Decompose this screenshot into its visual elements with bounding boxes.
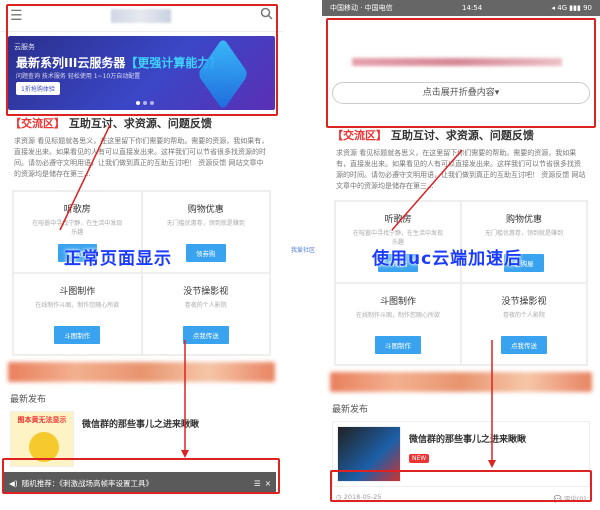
expand-collapsed-content-button[interactable]: 点击展开折叠内容▾ <box>332 82 590 104</box>
feature-button[interactable]: 领券购 <box>186 244 226 262</box>
blurred-ad-strip <box>8 362 275 382</box>
feature-title: 购物优惠 <box>505 215 542 225</box>
feature-desc: 卷夜的个人影院 <box>502 312 545 319</box>
carrier-text: 中国移动 · 中国电信 <box>330 4 393 12</box>
status-bar: 中国移动 · 中国电信 14:54 ◂ 4G ▮▮▮ 90 <box>322 0 600 16</box>
post-item[interactable]: 图本黄无法显示 微信群的那些事儿之进来瞅瞅 <box>10 411 273 467</box>
new-badge: NEW <box>409 454 430 463</box>
post-title[interactable]: 微信群的那些事儿之进来瞅瞅 <box>409 426 585 445</box>
section-description: 求资源 看见标题就各思义，在这里留下你们需要的帮助。需要的资源，我如果有，直接发… <box>14 137 269 178</box>
feature-desc: 卷夜的个人影院 <box>184 302 227 309</box>
banner-logo: 云服务 <box>14 43 35 51</box>
latest-label: 最新发布 <box>10 395 47 405</box>
post-thumbnail[interactable] <box>337 426 401 482</box>
triangle-down-icon: ▾ <box>494 88 500 98</box>
section-heading[interactable]: 【交流区】 互助互讨、求资源、问题反馈 <box>0 110 283 136</box>
rss-icon[interactable]: ☰ <box>254 479 261 488</box>
feature-desc: 在线制作斗图，制作您随心所欲 <box>355 312 440 319</box>
banner-button[interactable]: 1折抢购体验 <box>16 82 60 95</box>
post-comments[interactable]: 💬 评论(0) <box>554 493 586 503</box>
feature-cell-meme: 斗图制作 在线制作斗图，制作您随心所欲 斗图制作 <box>13 273 142 355</box>
carousel-dots[interactable] <box>136 101 154 105</box>
feature-cell-video: 没节操影视 卷夜的个人影院 点我传送 <box>141 273 270 355</box>
feature-grid: 听歌房 在喧嚣中寻找宁静，在生活中发现乐趣 听歌房 购物优惠 无门槛优惠卷，领到… <box>334 200 588 366</box>
feature-title: 斗图制作 <box>379 297 416 307</box>
section-heading[interactable]: 【交流区】 互助互讨、求资源、问题反馈 <box>322 122 600 148</box>
ticker-text[interactable]: 随机推荐：《刺激战场高帧率设置工具》 <box>22 478 153 489</box>
middle-caption: 我爱社区 <box>290 247 315 254</box>
feature-title: 听歌房 <box>63 205 91 215</box>
collapsed-banner-area: 点击展开折叠内容▾ <box>332 24 590 112</box>
promo-banner[interactable]: 云服务 最新系列III云服务器【更强计算能力】 问题查询 技术服务 轻松使用 1… <box>8 36 275 110</box>
post-date: ◷ 2018-05-25 <box>336 493 382 501</box>
blurred-logo <box>111 8 172 23</box>
random-recommend-ticker[interactable]: ◀) 随机推荐：《刺激战场高帧率设置工具》 ☰ × <box>4 472 276 494</box>
clock-text: 14:54 <box>461 4 483 12</box>
top-bar: ☰ <box>0 0 283 32</box>
left-screenshot-panel: ☰ 云服务 最新系列III云服务器【更强计算能力】 问题查询 技术服务 轻松使用… <box>0 0 283 510</box>
feature-button[interactable]: 点我传送 <box>501 336 547 354</box>
banner-subtitle: 问题查询 技术服务 轻松使用 1~10万自动配置 <box>16 73 141 80</box>
post-title[interactable]: 微信群的那些事儿之进来瞅瞅 <box>82 411 199 467</box>
feature-button[interactable]: 点我传送 <box>182 326 229 344</box>
cartoon-face-icon <box>29 432 59 462</box>
search-icon[interactable] <box>260 7 273 24</box>
feature-title: 没节操影视 <box>183 287 229 297</box>
feature-cell-video: 没节操影视 卷夜的个人影院 点我传送 <box>461 283 587 365</box>
blurred-banner-remnant <box>352 58 562 66</box>
feature-cell-music: 听歌房 在喧嚣中寻找宁静，在生活中发现乐趣 听歌房 <box>335 201 461 283</box>
blurred-ad-strip <box>330 372 592 392</box>
feature-title: 购物优惠 <box>187 205 224 215</box>
post-meta: ◷ 2018-05-25 💬 评论(0) <box>322 489 600 507</box>
feature-desc: 在喧嚣中寻找宁静，在生活中发现乐趣 <box>32 220 123 236</box>
menu-icon[interactable]: ☰ <box>10 8 23 24</box>
latest-label: 最新发布 <box>332 405 369 415</box>
feature-title: 听歌房 <box>384 215 412 225</box>
section-description: 求资源 看见标题就各思义，在这里留下你们需要的帮助。需要的资源，我如果有，直接发… <box>336 149 586 190</box>
post-body: 微信群的那些事儿之进来瞅瞅 NEW <box>409 426 585 482</box>
feature-desc: 在线制作斗图，制作您随心所欲 <box>35 302 120 309</box>
post-item[interactable]: 微信群的那些事儿之进来瞅瞅 NEW <box>332 421 590 487</box>
feature-button[interactable]: 斗图制作 <box>375 336 421 354</box>
close-icon[interactable]: × <box>265 479 271 488</box>
feature-title: 斗图制作 <box>59 287 96 297</box>
feature-title: 没节操影视 <box>501 297 547 307</box>
feature-grid: 听歌房 在喧嚣中寻找宁静，在生活中发现乐趣 听歌房 购物优惠 无门槛优惠卷，领到… <box>12 190 271 356</box>
post-thumbnail[interactable]: 图本黄无法显示 <box>10 411 74 467</box>
right-screenshot-panel: 中国移动 · 中国电信 14:54 ◂ 4G ▮▮▮ 90 点击展开折叠内容▾ … <box>322 0 600 510</box>
speaker-icon: ◀) <box>9 478 18 488</box>
feature-cell-shopping: 购物优惠 无门槛优惠卷，领到就是赚到 爱购屋 <box>461 201 587 283</box>
annotation-normal-display: 正常页面显示 <box>64 249 172 269</box>
annotation-uc-accelerated: 使用uc云端加速后 <box>372 249 523 269</box>
feature-button[interactable]: 斗图制作 <box>54 326 101 344</box>
feature-desc: 无门槛优惠卷，领到就是赚到 <box>166 220 245 227</box>
banner-cube-graphic <box>197 37 249 110</box>
banner-title: 最新系列III云服务器【更强计算能力】 <box>16 56 222 70</box>
signal-icons: ◂ 4G ▮▮▮ 90 <box>551 4 592 12</box>
feature-cell-meme: 斗图制作 在线制作斗图，制作您随心所欲 斗图制作 <box>335 283 461 365</box>
thumbnail-caption: 图本黄无法显示 <box>17 416 67 424</box>
